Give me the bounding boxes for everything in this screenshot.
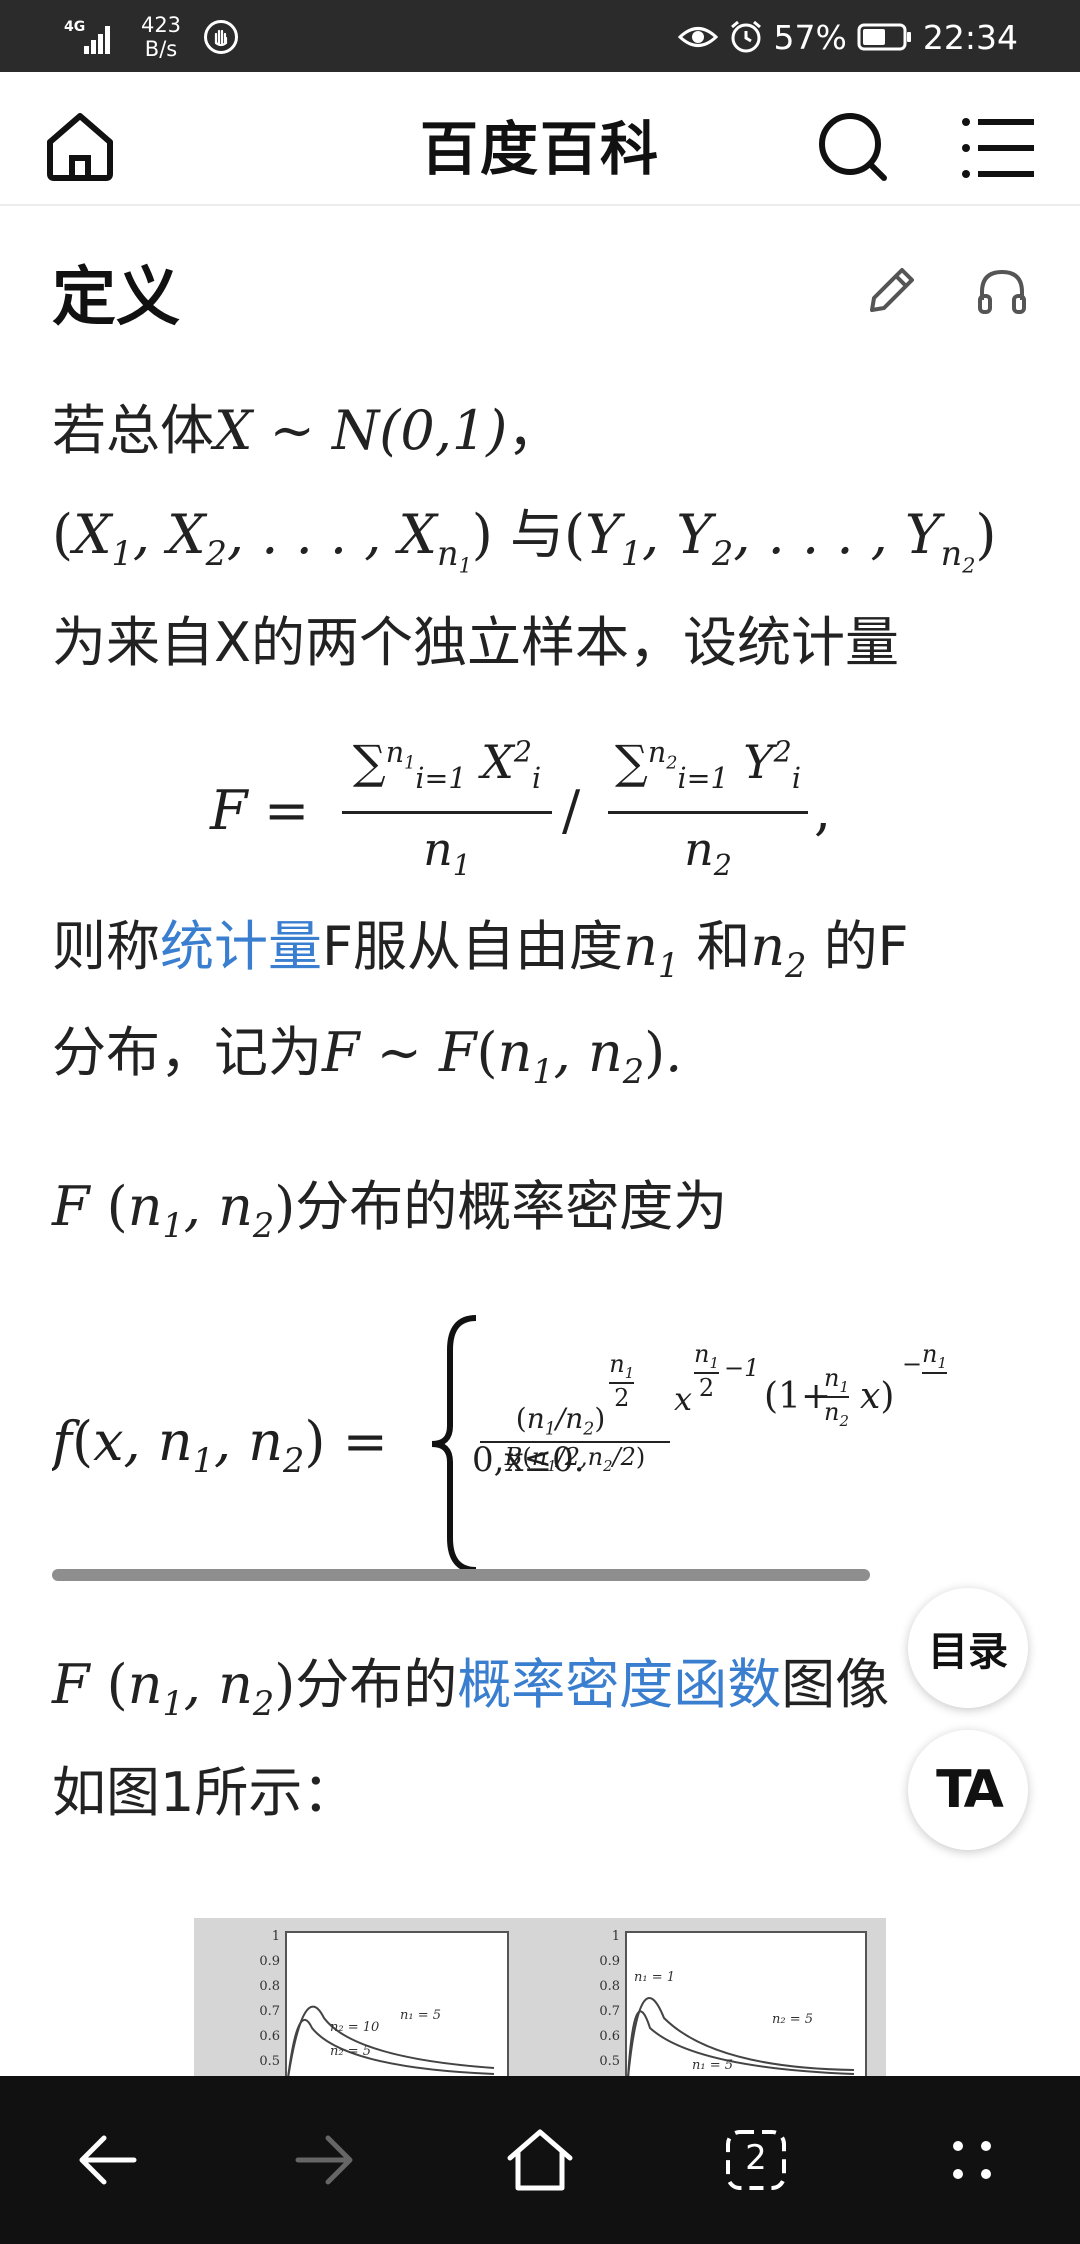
math-sample-x: (X1, X2, . . . , Xn1) <box>52 503 493 578</box>
para4-line2: 如图1所示： <box>52 1761 357 1824</box>
more-icon[interactable] <box>932 2120 1012 2200</box>
curve-label: n₁ = 5 <box>400 2008 442 2023</box>
forward-icon[interactable] <box>284 2120 364 2200</box>
menu-icon[interactable] <box>958 108 1038 188</box>
link-statistic[interactable]: 统计量 <box>160 915 322 978</box>
back-icon[interactable] <box>68 2120 148 2200</box>
home-icon[interactable] <box>500 2120 580 2200</box>
battery-icon <box>857 23 911 51</box>
curve-label: n₂ = 5 <box>330 2044 372 2059</box>
left-y-ticks: 1 0.9 0.8 0.7 0.6 0.5 <box>259 1929 280 2069</box>
status-bar: 4G 423 B/s 57% 22:34 <box>0 0 1080 72</box>
para2-line2: 分布，记为F ∼ F(n1, n2). <box>52 1021 683 1091</box>
bottom-nav: 2 <box>0 2076 1080 2244</box>
tab-count: 2 <box>745 2138 767 2178</box>
curve-label: n₁ = 1 <box>634 1970 676 1985</box>
signal-icon: 4G <box>62 20 112 54</box>
piecewise-lower: 0,x≤0. <box>472 1440 585 1480</box>
page-title: 百度百科 <box>419 115 660 183</box>
home-icon[interactable] <box>40 106 120 186</box>
status-left: 4G 423 B/s <box>62 12 238 62</box>
figure-density-plots[interactable]: 1 0.9 0.8 0.7 0.6 0.5 1 0.9 0.8 0.7 0.6 0.5 n₂ = 1… <box>194 1918 886 2078</box>
para1-line2: (X1, X2, . . . , Xn1) 与(Y1, Y2, . . . , … <box>52 503 997 578</box>
formula-scrollbar[interactable] <box>52 1569 870 1581</box>
curve-label: n₂ = 10 <box>330 2020 380 2035</box>
para4-line1: F (n1, n2)分布的概率密度函数图像 <box>52 1653 890 1723</box>
alarm-icon <box>730 20 761 53</box>
curve-label: n₁ = 5 <box>692 2058 734 2073</box>
math-x-normal: X ∼ N(0,1) <box>214 399 508 462</box>
para1-line1: 若总体X ∼ N(0,1)， <box>52 399 562 462</box>
hand-icon <box>204 20 238 54</box>
para1-line3: 为来自X的两个独立样本，设统计量 <box>52 611 899 674</box>
toc-button[interactable]: 目录 <box>908 1588 1028 1708</box>
right-y-ticks: 1 0.9 0.8 0.7 0.6 0.5 <box>599 1929 620 2069</box>
para2-line1: 则称统计量F服从自由度n1 和n2 的F <box>52 915 909 985</box>
ta-button[interactable]: TA <box>908 1730 1028 1850</box>
para3-line: F (n1, n2)分布的概率密度为 <box>52 1175 728 1245</box>
link-pdf[interactable]: 概率密度函数 <box>457 1653 781 1716</box>
section-title: 定义 <box>52 261 180 335</box>
figure-image <box>194 1918 886 2078</box>
formula-density: f(x, n1, n2) = (n1/n2) n1 2 B(n1/2,n2/2) x… <box>52 1310 1080 1578</box>
tabs-button[interactable]: 2 <box>716 2120 796 2200</box>
headphones-icon[interactable] <box>974 264 1030 320</box>
curve-label: n₂ = 5 <box>772 2012 814 2027</box>
data-rate: 423 B/s <box>140 13 182 61</box>
status-right: 57% 22:34 <box>668 12 1018 62</box>
eye-icon <box>677 27 718 47</box>
edit-icon[interactable] <box>862 262 920 320</box>
math-sample-y: (Y1, Y2, . . . , Yn2) <box>564 503 997 578</box>
search-icon[interactable] <box>814 108 894 188</box>
app-header: 百度百科 <box>0 72 1080 206</box>
battery-percent: 57% <box>773 17 847 57</box>
clock: 22:34 <box>922 17 1018 57</box>
